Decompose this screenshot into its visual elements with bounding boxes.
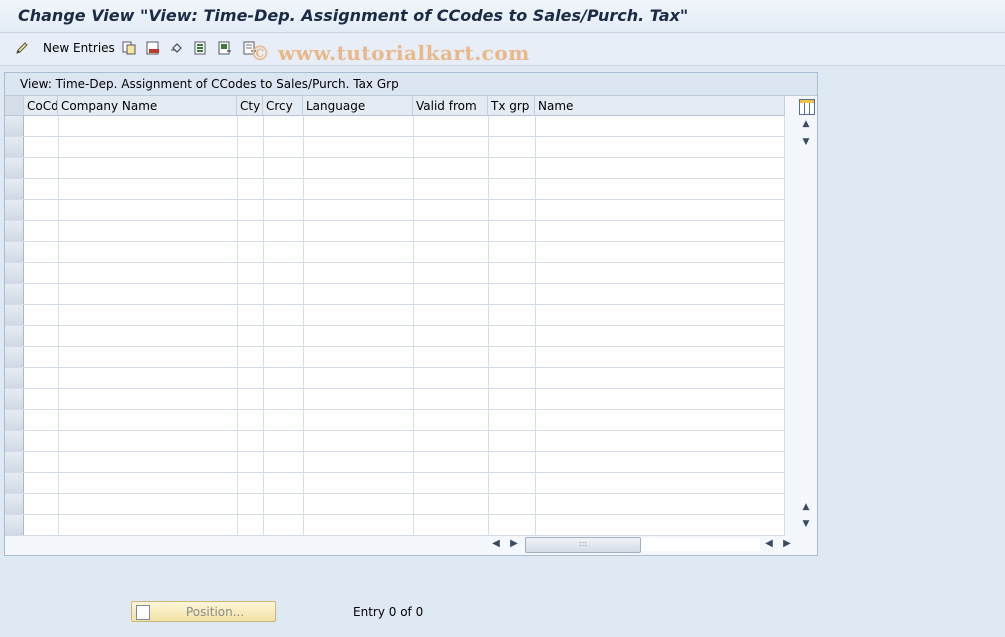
delete-icon[interactable] [146,41,160,55]
table-row[interactable] [5,158,785,179]
position-icon [136,605,150,620]
undo-icon[interactable] [170,41,184,55]
table-row[interactable] [5,389,785,410]
row-selector[interactable] [5,284,24,304]
entry-counter: Entry 0 of 0 [353,605,424,619]
row-selector[interactable] [5,326,24,346]
row-selector[interactable] [5,347,24,367]
table-row[interactable] [5,473,785,494]
table-row[interactable] [5,515,785,536]
column-header-language[interactable]: Language [303,96,413,116]
scroll-left-icon[interactable]: ◀ [489,538,503,549]
scroll-end-left-icon[interactable]: ◀ [762,538,776,549]
table-row[interactable] [5,326,785,347]
horizontal-scroll-thumb[interactable]: ::: [525,537,641,553]
window-title: Change View "View: Time-Dep. Assignment … [18,6,689,25]
row-selector[interactable] [5,494,24,514]
column-divider [535,116,536,536]
row-selector[interactable] [5,116,24,136]
table-row[interactable] [5,347,785,368]
row-selector[interactable] [5,410,24,430]
column-header-name[interactable]: Name [535,96,785,116]
table-row[interactable] [5,494,785,515]
row-selector[interactable] [5,263,24,283]
position-button[interactable]: Position... [131,601,276,622]
row-selector[interactable] [5,179,24,199]
column-divider [237,116,238,536]
edit-pencil-icon[interactable] [15,41,29,55]
watermark: © www.tutorialkart.com [250,41,530,65]
scroll-down-icon[interactable]: ▼ [799,137,813,147]
new-entries-button[interactable]: New Entries [43,41,115,55]
title-bar: Change View "View: Time-Dep. Assignment … [0,0,1005,33]
table-row[interactable] [5,410,785,431]
table-row[interactable] [5,179,785,200]
column-header-valid-from[interactable]: Valid from [413,96,488,116]
row-selector[interactable] [5,305,24,325]
table-row[interactable] [5,263,785,284]
application-toolbar: New Entries © www.tutorialkart.com [0,33,1005,66]
column-divider [303,116,304,536]
table-row[interactable] [5,200,785,221]
row-selector[interactable] [5,221,24,241]
column-divider [784,116,785,536]
table-row[interactable] [5,116,785,137]
table-row[interactable] [5,284,785,305]
column-header-company-name[interactable]: Company Name [58,96,237,116]
scroll-page-up-icon[interactable]: ▲ [799,502,813,512]
table-control-panel: View: Time-Dep. Assignment of CCodes to … [4,72,818,556]
column-divider [413,116,414,536]
row-selector[interactable] [5,368,24,388]
column-divider [58,116,59,536]
select-all-icon[interactable] [194,41,208,55]
table-title: View: Time-Dep. Assignment of CCodes to … [20,77,399,91]
data-table: CoCd Company Name Cty Crcy Language Vali… [5,96,785,536]
scroll-page-down-icon[interactable]: ▼ [799,519,813,529]
row-selector[interactable] [5,515,24,535]
table-row[interactable] [5,431,785,452]
column-divider [263,116,264,536]
row-selector[interactable] [5,242,24,262]
table-row[interactable] [5,137,785,158]
column-divider [488,116,489,536]
table-row[interactable] [5,452,785,473]
row-selector[interactable] [5,158,24,178]
table-row[interactable] [5,242,785,263]
scroll-end-right-icon[interactable]: ▶ [780,538,794,549]
table-row[interactable] [5,221,785,242]
column-header-tx-grp[interactable]: Tx grp [488,96,535,116]
row-selector[interactable] [5,431,24,451]
copy-icon[interactable] [122,41,136,55]
scroll-up-icon[interactable]: ▲ [799,119,813,129]
column-header-cocd[interactable]: CoCd [24,96,58,116]
row-selector[interactable] [5,137,24,157]
table-title-bar: View: Time-Dep. Assignment of CCodes to … [5,73,817,96]
column-header-crcy[interactable]: Crcy [263,96,303,116]
table-row[interactable] [5,368,785,389]
row-selector[interactable] [5,473,24,493]
row-selector[interactable] [5,452,24,472]
table-row[interactable] [5,305,785,326]
scroll-right-icon[interactable]: ▶ [507,538,521,549]
column-header-cty[interactable]: Cty [237,96,263,116]
table-settings-icon[interactable] [799,99,815,115]
position-button-label: Position... [186,605,245,619]
select-block-icon[interactable] [218,41,232,55]
row-selector[interactable] [5,200,24,220]
row-selector[interactable] [5,389,24,409]
select-all-rows-corner[interactable] [5,96,24,116]
